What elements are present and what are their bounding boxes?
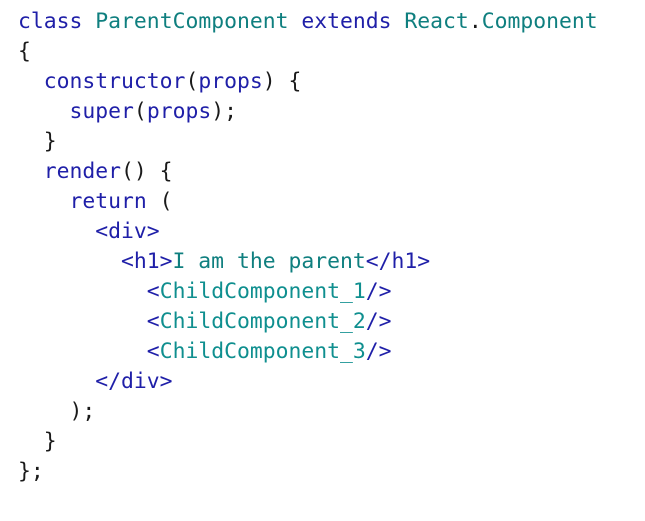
- code-token: );: [211, 99, 237, 124]
- code-line: render() {: [18, 157, 598, 187]
- code-token: React: [404, 9, 469, 34]
- code-line: }: [18, 127, 598, 157]
- code-line: </div>: [18, 367, 598, 397]
- code-line: {: [18, 37, 598, 67]
- code-token: class: [18, 9, 83, 34]
- code-token: ChildComponent_1: [159, 279, 366, 304]
- code-token: ) {: [262, 69, 302, 94]
- code-line: }: [18, 427, 598, 457]
- code-token: ChildComponent_2: [159, 309, 366, 334]
- code-token: return: [69, 189, 147, 214]
- code-token: .: [468, 9, 482, 34]
- code-token: };: [18, 459, 44, 484]
- code-token: super: [69, 99, 134, 124]
- code-line: constructor(props) {: [18, 67, 598, 97]
- code-token: <: [146, 309, 160, 334]
- code-token: props: [198, 69, 263, 94]
- code-token: ParentComponent: [95, 9, 289, 34]
- code-line: };: [18, 457, 598, 487]
- code-token: () {: [121, 159, 173, 184]
- code-line: <ChildComponent_2/>: [18, 307, 598, 337]
- code-token: (: [185, 69, 199, 94]
- code-token: <: [146, 339, 160, 364]
- code-token: (: [146, 189, 173, 214]
- code-line: class ParentComponent extends React.Comp…: [18, 7, 598, 37]
- code-token: <div>: [95, 219, 160, 244]
- code-token: }: [18, 429, 57, 454]
- code-token: (: [133, 99, 147, 124]
- code-token: />: [365, 279, 392, 304]
- code-token: constructor: [43, 69, 186, 94]
- code-line: super(props);: [18, 97, 598, 127]
- code-token: extends: [301, 9, 392, 34]
- code-token: props: [146, 99, 212, 124]
- code-token: <: [146, 279, 160, 304]
- code-token: </div>: [95, 369, 173, 394]
- code-block: class ParentComponent extends React.Comp…: [18, 7, 598, 487]
- code-line: <div>: [18, 217, 598, 247]
- code-token: <h1>: [121, 249, 173, 274]
- code-token: ChildComponent_3: [159, 339, 366, 364]
- code-token: }: [18, 129, 57, 154]
- code-token: render: [43, 159, 122, 184]
- code-token: I am the parent: [172, 249, 366, 274]
- code-token: </h1>: [365, 249, 431, 274]
- code-token: {: [18, 39, 31, 64]
- code-line: <ChildComponent_1/>: [18, 277, 598, 307]
- code-line: <h1>I am the parent</h1>: [18, 247, 598, 277]
- code-token: />: [365, 339, 392, 364]
- code-token: />: [365, 309, 392, 334]
- code-line: );: [18, 397, 598, 427]
- code-line: <ChildComponent_3/>: [18, 337, 598, 367]
- code-token: );: [18, 399, 96, 424]
- code-line: return (: [18, 187, 598, 217]
- code-token: Component: [481, 9, 598, 34]
